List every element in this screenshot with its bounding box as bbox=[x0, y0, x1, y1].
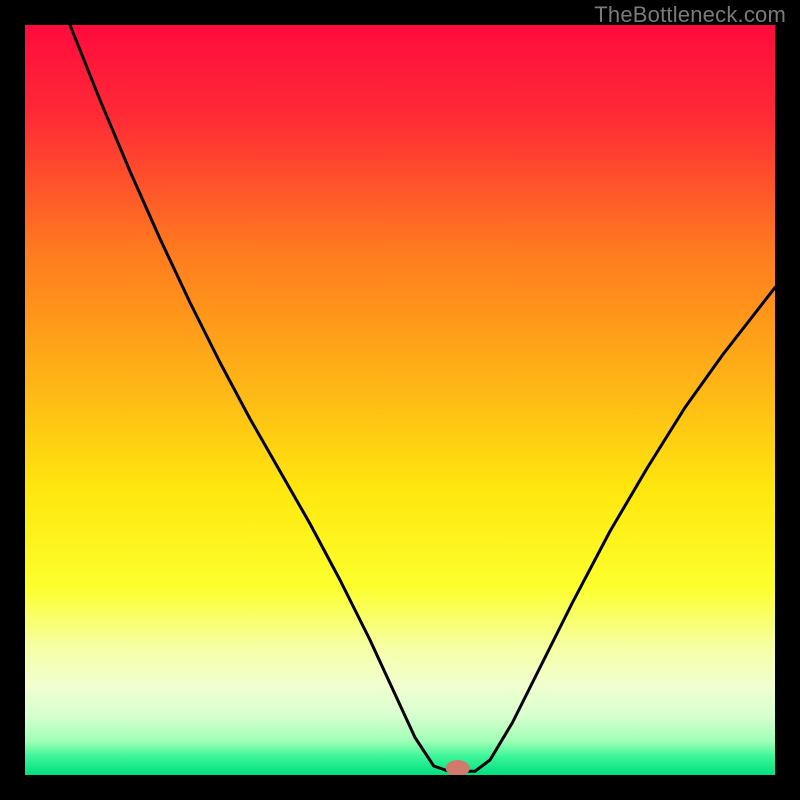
gradient-bg bbox=[25, 25, 775, 775]
chart-frame: TheBottleneck.com bbox=[0, 0, 800, 800]
watermark-text: TheBottleneck.com bbox=[594, 2, 786, 28]
plot-area bbox=[25, 25, 775, 775]
chart-svg bbox=[25, 25, 775, 775]
